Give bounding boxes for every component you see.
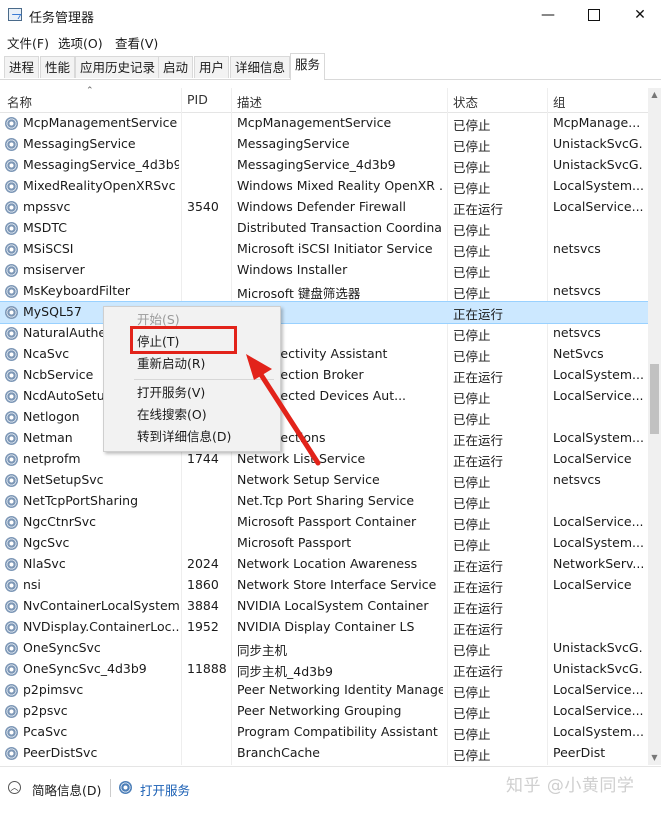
services-gear-icon[interactable] [119, 781, 132, 794]
status-divider [110, 779, 111, 797]
annotation-arrow-icon [246, 354, 321, 466]
fewer-details-link[interactable]: 简略信息(D) [32, 780, 101, 799]
watermark: 知乎 @小黄同学 [506, 776, 635, 796]
open-services-link[interactable]: 打开服务 [140, 780, 190, 799]
chevron-up-icon[interactable]: ︿ [8, 781, 21, 794]
